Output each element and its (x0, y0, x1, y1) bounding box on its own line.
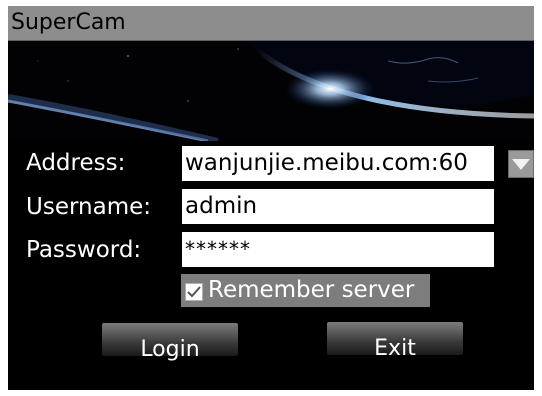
triangle-down-icon (512, 159, 530, 170)
earth-horizon-image (8, 41, 534, 141)
address-dropdown-button[interactable] (508, 150, 534, 178)
address-field[interactable] (182, 146, 494, 181)
login-button[interactable]: Login (102, 323, 238, 362)
address-label: Address: (26, 150, 126, 176)
remember-server-label: Remember server (208, 277, 415, 303)
remember-server-checkbox[interactable]: Remember server (181, 274, 430, 307)
exit-button-label: Exit (374, 336, 416, 361)
app-window: SuperCam Address: wanjunjie.meibu.com:60… (8, 6, 534, 390)
password-field[interactable] (182, 232, 494, 267)
username-field[interactable] (182, 189, 494, 224)
title-bar: SuperCam (8, 6, 534, 41)
exit-button[interactable]: Exit (327, 322, 463, 361)
check-icon (185, 283, 203, 301)
username-label: Username: (26, 194, 151, 220)
login-button-label: Login (140, 337, 200, 362)
banner-image (8, 41, 534, 141)
password-label: Password: (26, 237, 142, 263)
app-title: SuperCam (11, 10, 126, 35)
